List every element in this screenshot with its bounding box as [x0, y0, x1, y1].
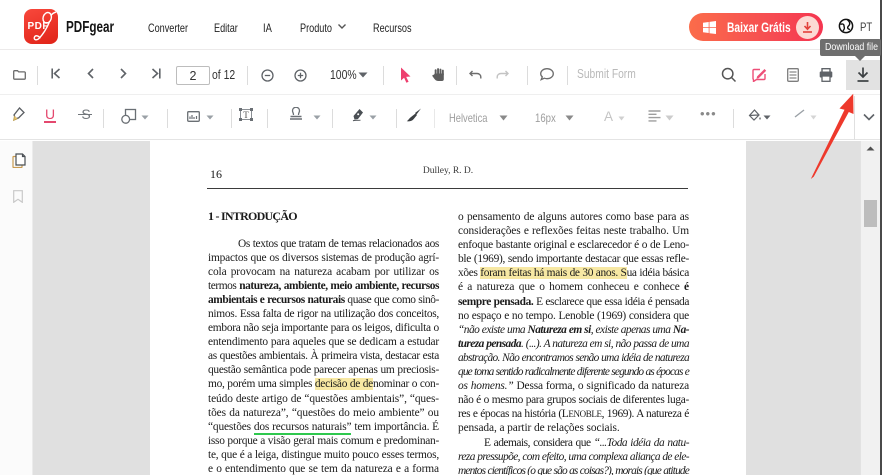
- svg-text:T: T: [243, 110, 249, 120]
